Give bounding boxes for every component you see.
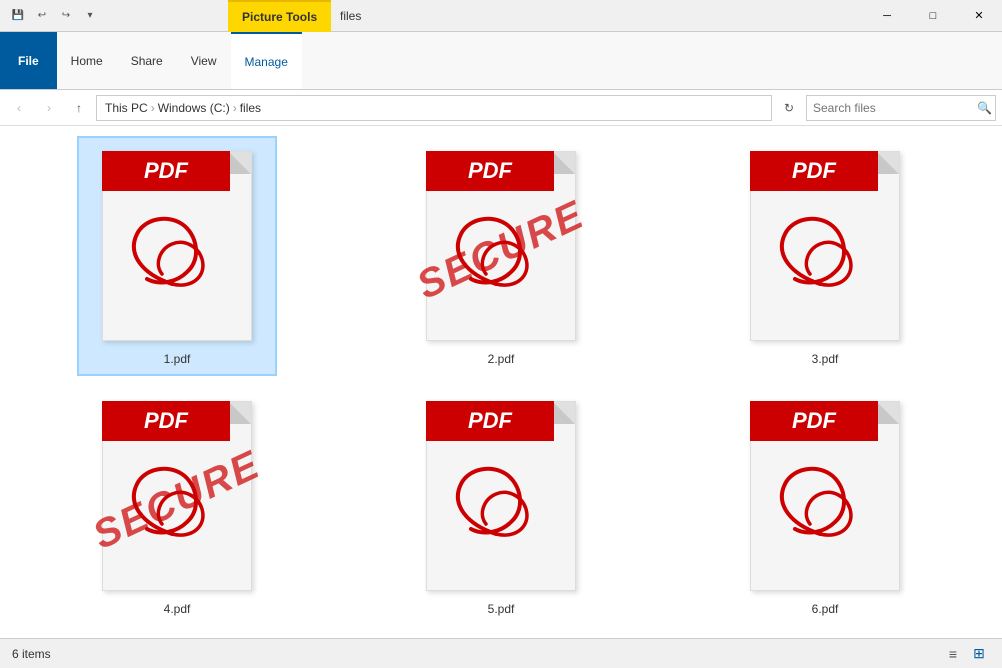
quick-undo-icon[interactable]: ↩ — [32, 6, 52, 26]
acrobat-icon — [431, 451, 561, 551]
file-item[interactable]: PDF 1.pdf — [77, 136, 277, 376]
file-label: 2.pdf — [488, 352, 515, 366]
minimize-button[interactable]: ─ — [864, 0, 910, 32]
ribbon: File Home Share View Manage — [0, 32, 1002, 90]
file-thumbnail: PDF — [745, 146, 905, 346]
file-thumbnail: PDF — [97, 146, 257, 346]
file-item[interactable]: PDF SECURE 4.pdf — [77, 386, 277, 626]
pdf-label: PDF — [468, 408, 512, 434]
statusbar: 6 items ≡ ⊞ — [0, 638, 1002, 668]
titlebar-icons: 💾 ↩ ↪ ▾ — [0, 6, 108, 26]
tab-home[interactable]: Home — [57, 32, 117, 89]
tab-view[interactable]: View — [177, 32, 231, 89]
back-button[interactable]: ‹ — [6, 95, 32, 121]
details-view-btn[interactable]: ≡ — [942, 643, 964, 665]
file-thumbnail: PDF SECURE — [421, 146, 581, 346]
file-thumbnail: PDF — [421, 396, 581, 596]
titlebar: 💾 ↩ ↪ ▾ Picture Tools files ─ □ ✕ — [0, 0, 1002, 32]
acrobat-icon — [107, 201, 237, 301]
restore-button[interactable]: □ — [910, 0, 956, 32]
file-label: 6.pdf — [812, 602, 839, 616]
statusbar-right: ≡ ⊞ — [942, 643, 990, 665]
quick-redo-icon[interactable]: ↪ — [56, 6, 76, 26]
pdf-label: PDF — [144, 158, 188, 184]
window-title: files — [340, 9, 361, 23]
file-label: 1.pdf — [164, 352, 191, 366]
file-label: 5.pdf — [488, 602, 515, 616]
addressbar: ‹ › ↑ This PC › Windows (C:) › files ↻ 🔍 — [0, 90, 1002, 126]
search-icon[interactable]: 🔍 — [974, 96, 995, 120]
large-icons-view-btn[interactable]: ⊞ — [968, 643, 990, 665]
sep1: › — [148, 101, 158, 115]
pdf-label: PDF — [468, 158, 512, 184]
search-box: 🔍 — [806, 95, 996, 121]
dropdown-icon[interactable]: ▾ — [80, 6, 100, 26]
acrobat-icon — [755, 201, 885, 301]
pdf-banner: PDF — [102, 151, 230, 191]
file-grid: PDF 1.pdf PDF SECURE 2.pdf PDF 3.pdf PDF SEC… — [0, 126, 1002, 638]
file-item[interactable]: PDF 3.pdf — [725, 136, 925, 376]
picture-tools-tab[interactable]: Picture Tools — [228, 0, 331, 32]
file-thumbnail: PDF SECURE — [97, 396, 257, 596]
pdf-label: PDF — [792, 158, 836, 184]
address-path[interactable]: This PC › Windows (C:) › files — [96, 95, 772, 121]
forward-button[interactable]: › — [36, 95, 62, 121]
tab-manage[interactable]: Manage — [231, 32, 302, 89]
acrobat-icon — [755, 451, 885, 551]
file-thumbnail: PDF — [745, 396, 905, 596]
pdf-banner: PDF — [426, 401, 554, 441]
breadcrumb-drive[interactable]: Windows (C:) — [158, 101, 230, 115]
refresh-button[interactable]: ↻ — [776, 95, 802, 121]
file-label: 4.pdf — [164, 602, 191, 616]
quick-save-icon[interactable]: 💾 — [8, 6, 28, 26]
tab-file[interactable]: File — [0, 32, 57, 89]
pdf-banner: PDF — [750, 151, 878, 191]
window-controls: ─ □ ✕ — [864, 0, 1002, 32]
breadcrumb-thispc[interactable]: This PC — [105, 101, 148, 115]
pdf-banner: PDF — [750, 401, 878, 441]
breadcrumb-folder[interactable]: files — [240, 101, 261, 115]
file-item[interactable]: PDF SECURE 2.pdf — [401, 136, 601, 376]
item-count: 6 items — [12, 647, 51, 661]
sep2: › — [230, 101, 240, 115]
close-button[interactable]: ✕ — [956, 0, 1002, 32]
pdf-label: PDF — [144, 408, 188, 434]
pdf-banner: PDF — [102, 401, 230, 441]
file-item[interactable]: PDF 6.pdf — [725, 386, 925, 626]
file-item[interactable]: PDF 5.pdf — [401, 386, 601, 626]
pdf-label: PDF — [792, 408, 836, 434]
tab-share[interactable]: Share — [117, 32, 177, 89]
search-input[interactable] — [807, 101, 974, 115]
up-button[interactable]: ↑ — [66, 95, 92, 121]
file-label: 3.pdf — [812, 352, 839, 366]
pdf-banner: PDF — [426, 151, 554, 191]
